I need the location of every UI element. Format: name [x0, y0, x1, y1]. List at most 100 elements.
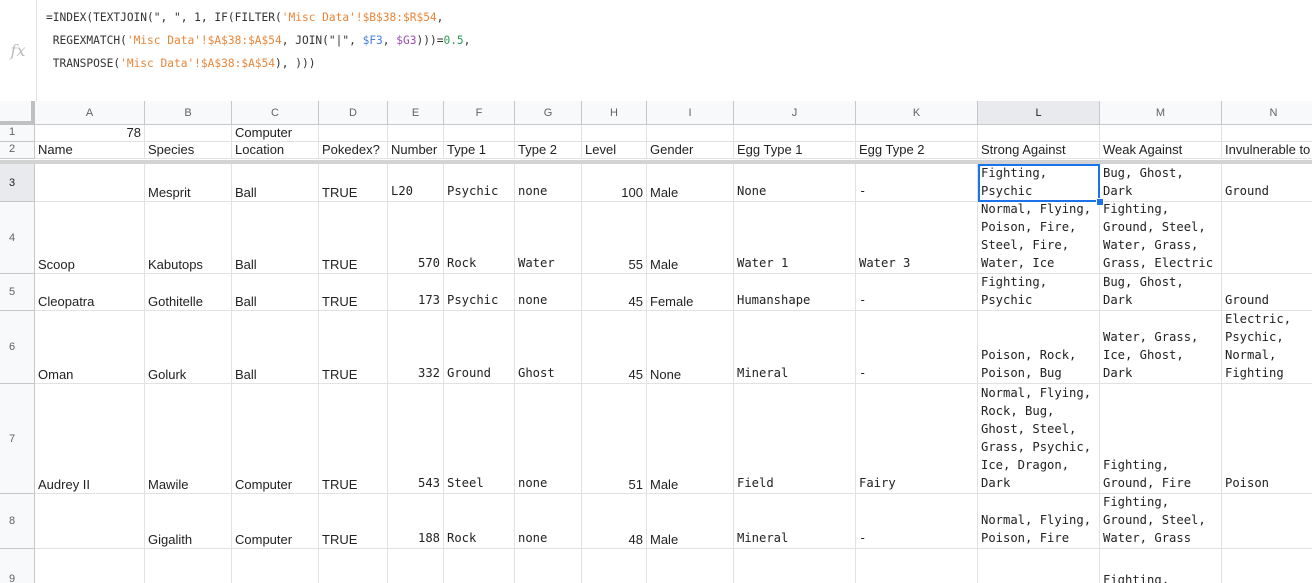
column-header-k[interactable]: K — [856, 101, 978, 125]
cell-h2[interactable]: Level — [582, 142, 647, 159]
cell-j5[interactable]: Humanshape — [734, 274, 856, 311]
cell-n7[interactable]: Poison — [1222, 384, 1312, 494]
cell-j6[interactable]: Mineral — [734, 311, 856, 384]
cell-k8[interactable]: - — [856, 494, 978, 549]
cell-i9[interactable] — [647, 549, 734, 583]
cell-i1[interactable] — [647, 125, 734, 142]
cell-b3[interactable]: Mesprit — [145, 164, 232, 202]
cell-m9[interactable]: Fighting, Ground, Steel, — [1100, 549, 1222, 583]
cell-g1[interactable] — [515, 125, 582, 142]
formula-input[interactable]: =INDEX(TEXTJOIN(", ", 1, IF(FILTER('Misc… — [46, 6, 470, 75]
cell-e9[interactable] — [388, 549, 444, 583]
cell-c7[interactable]: Computer — [232, 384, 319, 494]
cell-h4[interactable]: 55 — [582, 202, 647, 274]
cell-d1[interactable] — [319, 125, 388, 142]
cell-h9[interactable] — [582, 549, 647, 583]
cell-g4[interactable]: Water — [515, 202, 582, 274]
cell-j9[interactable] — [734, 549, 856, 583]
row-header-9[interactable]: 9 — [0, 549, 35, 583]
cell-l5[interactable]: Fighting, Psychic — [978, 274, 1100, 311]
cell-l1[interactable] — [978, 125, 1100, 142]
cell-k6[interactable]: - — [856, 311, 978, 384]
cell-l4[interactable]: Normal, Flying, Poison, Fire, Steel, Fir… — [978, 202, 1100, 274]
cell-l7[interactable]: Normal, Flying, Rock, Bug, Ghost, Steel,… — [978, 384, 1100, 494]
cell-f9[interactable] — [444, 549, 515, 583]
cell-m5[interactable]: Bug, Ghost, Dark — [1100, 274, 1222, 311]
cell-m3[interactable]: Bug, Ghost, Dark — [1100, 164, 1222, 202]
cell-l3[interactable]: Fighting, Psychic — [978, 164, 1100, 202]
cell-g2[interactable]: Type 2 — [515, 142, 582, 159]
cell-b8[interactable]: Gigalith — [145, 494, 232, 549]
column-header-d[interactable]: D — [319, 101, 388, 125]
column-header-c[interactable]: C — [232, 101, 319, 125]
cell-k2[interactable]: Egg Type 2 — [856, 142, 978, 159]
column-header-m[interactable]: M — [1100, 101, 1222, 125]
cell-n2[interactable]: Invulnerable to — [1222, 142, 1312, 159]
column-header-n[interactable]: N — [1222, 101, 1312, 125]
column-header-e[interactable]: E — [388, 101, 444, 125]
cell-i5[interactable]: Female — [647, 274, 734, 311]
cell-f7[interactable]: Steel — [444, 384, 515, 494]
cell-i2[interactable]: Gender — [647, 142, 734, 159]
row-header-7[interactable]: 7 — [0, 384, 35, 494]
cell-a9[interactable] — [35, 549, 145, 583]
cell-a3[interactable] — [35, 164, 145, 202]
cell-b9[interactable] — [145, 549, 232, 583]
cell-k1[interactable] — [856, 125, 978, 142]
cell-h8[interactable]: 48 — [582, 494, 647, 549]
cell-m8[interactable]: Fighting, Ground, Steel, Water, Grass — [1100, 494, 1222, 549]
cell-c6[interactable]: Ball — [232, 311, 319, 384]
cell-a2[interactable]: Name — [35, 142, 145, 159]
column-header-f[interactable]: F — [444, 101, 515, 125]
cell-j1[interactable] — [734, 125, 856, 142]
cell-f8[interactable]: Rock — [444, 494, 515, 549]
fill-handle[interactable] — [1096, 198, 1104, 206]
cell-i6[interactable]: None — [647, 311, 734, 384]
cell-h6[interactable]: 45 — [582, 311, 647, 384]
cell-h1[interactable] — [582, 125, 647, 142]
column-header-h[interactable]: H — [582, 101, 647, 125]
column-header-g[interactable]: G — [515, 101, 582, 125]
cell-g8[interactable]: none — [515, 494, 582, 549]
cell-a6[interactable]: Oman — [35, 311, 145, 384]
cell-n3[interactable]: Ground — [1222, 164, 1312, 202]
cell-n8[interactable] — [1222, 494, 1312, 549]
cell-c2[interactable]: Location — [232, 142, 319, 159]
cell-a7[interactable]: Audrey II — [35, 384, 145, 494]
cell-e3[interactable]: L20 — [388, 164, 444, 202]
cell-a5[interactable]: Cleopatra — [35, 274, 145, 311]
cell-a4[interactable]: Scoop — [35, 202, 145, 274]
cell-k9[interactable] — [856, 549, 978, 583]
cell-j4[interactable]: Water 1 — [734, 202, 856, 274]
cell-g3[interactable]: none — [515, 164, 582, 202]
cell-b2[interactable]: Species — [145, 142, 232, 159]
cell-k3[interactable]: - — [856, 164, 978, 202]
column-header-l[interactable]: L — [978, 101, 1100, 125]
cell-n1[interactable] — [1222, 125, 1312, 142]
cell-c5[interactable]: Ball — [232, 274, 319, 311]
cell-f2[interactable]: Type 1 — [444, 142, 515, 159]
column-header-j[interactable]: J — [734, 101, 856, 125]
cell-f5[interactable]: Psychic — [444, 274, 515, 311]
cell-d9[interactable] — [319, 549, 388, 583]
cell-c1[interactable]: Computer — [232, 125, 319, 142]
cell-f1[interactable] — [444, 125, 515, 142]
cell-n6[interactable]: Electric, Psychic, Normal, Fighting — [1222, 311, 1312, 384]
column-header-b[interactable]: B — [145, 101, 232, 125]
cell-n5[interactable]: Ground — [1222, 274, 1312, 311]
cell-f6[interactable]: Ground — [444, 311, 515, 384]
cell-d3[interactable]: TRUE — [319, 164, 388, 202]
cell-e7[interactable]: 543 — [388, 384, 444, 494]
cell-e2[interactable]: Number — [388, 142, 444, 159]
row-header-4[interactable]: 4 — [0, 202, 35, 274]
cell-j8[interactable]: Mineral — [734, 494, 856, 549]
select-all-corner[interactable] — [0, 101, 35, 125]
cell-e4[interactable]: 570 — [388, 202, 444, 274]
column-header-a[interactable]: A — [35, 101, 145, 125]
row-header-6[interactable]: 6 — [0, 311, 35, 384]
cell-d6[interactable]: TRUE — [319, 311, 388, 384]
cell-l9[interactable]: Normal, Flying, — [978, 549, 1100, 583]
row-header-3[interactable]: 3 — [0, 164, 35, 202]
row-header-8[interactable]: 8 — [0, 494, 35, 549]
cell-e6[interactable]: 332 — [388, 311, 444, 384]
